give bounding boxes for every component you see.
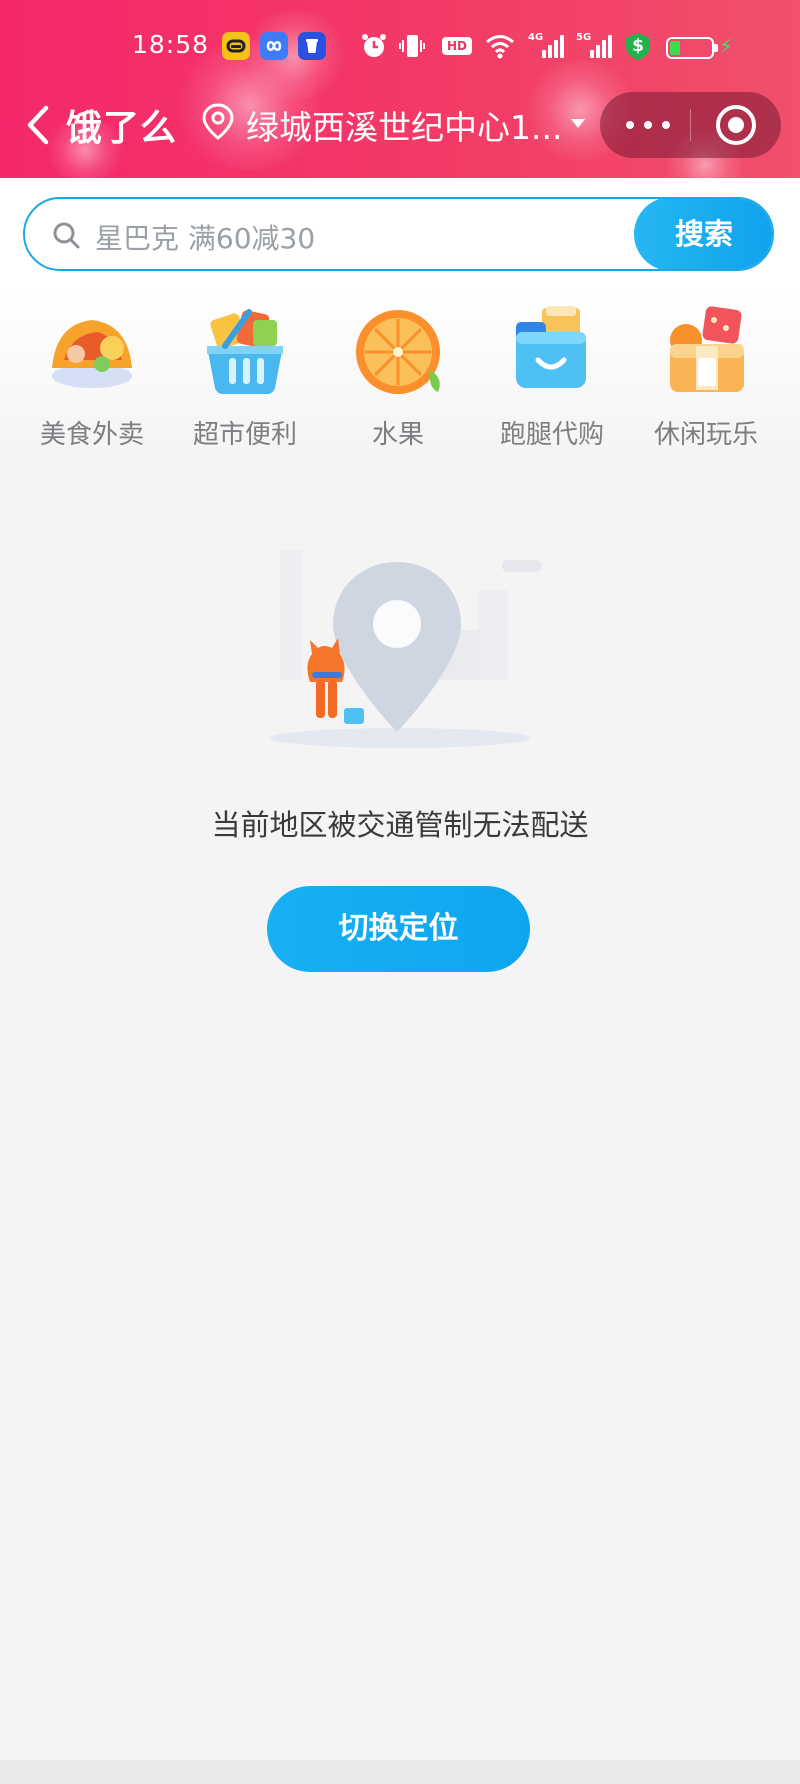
bottom-gesture-area	[0, 1760, 800, 1784]
alarm-icon	[360, 30, 388, 62]
vibrate-icon	[398, 30, 426, 62]
switch-location-button[interactable]: 切换定位	[267, 886, 530, 972]
a-app-icon	[222, 32, 250, 60]
empty-state: 当前地区被交通管制无法配送 切换定位	[0, 520, 800, 980]
infinity-app-icon	[260, 32, 288, 60]
address-selector[interactable]: 绿城西溪世纪中心1...	[246, 101, 562, 149]
search-button[interactable]: 搜索	[634, 199, 772, 269]
search-bar[interactable]: 星巴克 满60减30 搜索	[23, 197, 774, 271]
search-icon	[51, 220, 81, 250]
brand-title: 饿了么	[66, 108, 178, 149]
leisure-gift-icon	[670, 306, 744, 392]
close-miniprogram-button[interactable]	[716, 105, 756, 145]
hd-label: HD	[446, 39, 467, 53]
signal-5g-icon: 5G	[576, 32, 612, 58]
cup-app-icon	[298, 32, 326, 60]
location-pin-fox-illustration	[270, 550, 542, 748]
charging-icon: ⚡	[719, 34, 734, 58]
signal-5g-label: 5G	[576, 32, 592, 43]
more-menu-button[interactable]	[626, 121, 670, 129]
location-pin-icon[interactable]	[200, 102, 236, 142]
fruit-orange-icon	[356, 310, 440, 394]
battery-icon	[666, 37, 718, 59]
food-delivery-icon	[52, 320, 132, 388]
miniprogram-capsule	[600, 92, 781, 158]
wifi-icon	[484, 30, 516, 62]
empty-state-message: 当前地区被交通管制无法配送	[211, 808, 589, 842]
status-time: 18:58	[132, 30, 210, 59]
category-label: 跑腿代购	[499, 420, 604, 450]
signal-4g-icon: 4G	[528, 32, 564, 58]
shield-label: $	[632, 36, 644, 56]
status-bar: 18:58 HD 4G 5G $ ⚡	[0, 24, 800, 68]
nav-bar: 饿了么 绿城西溪世纪中心1...	[0, 88, 800, 162]
category-label: 超市便利	[192, 420, 297, 450]
signal-4g-label: 4G	[528, 32, 544, 43]
search-section: 星巴克 满60减30 搜索	[0, 178, 800, 288]
errand-bag-icon	[516, 306, 586, 388]
capsule-divider	[690, 109, 691, 141]
back-button[interactable]	[22, 102, 62, 148]
category-label: 休闲玩乐	[653, 420, 758, 450]
shield-dollar-icon: $	[622, 30, 654, 62]
category-fruit[interactable]: 水果	[328, 302, 468, 452]
supermarket-basket-icon	[207, 309, 283, 394]
category-label: 水果	[371, 420, 424, 450]
chevron-down-icon[interactable]	[571, 119, 585, 128]
category-errand[interactable]: 跑腿代购	[482, 302, 622, 452]
hd-icon: HD	[440, 30, 474, 62]
category-label: 美食外卖	[39, 420, 144, 450]
category-food-delivery[interactable]: 美食外卖	[22, 302, 162, 452]
search-input[interactable]: 星巴克 满60减30	[95, 217, 315, 257]
category-leisure[interactable]: 休闲玩乐	[636, 302, 776, 452]
category-supermarket[interactable]: 超市便利	[175, 302, 315, 452]
top-bar: 18:58 HD 4G 5G $ ⚡ 饿了么 绿城西溪世纪中心1...	[0, 0, 800, 178]
category-grid: 美食外卖 超市便利 水果 跑腿代购 休闲玩乐	[0, 288, 800, 458]
